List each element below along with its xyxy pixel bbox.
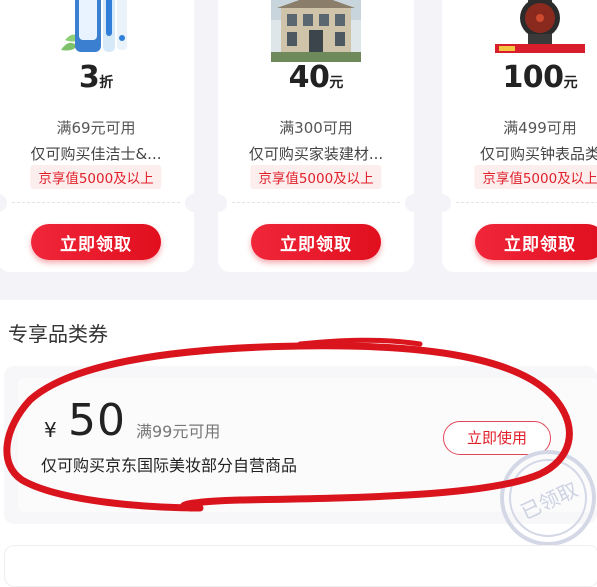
coupon-condition: 满69元可用 (56, 119, 136, 137)
coupon-condition: 满99元可用 (136, 422, 221, 441)
coupon-divider (232, 202, 400, 203)
coupon-notch-right (405, 194, 423, 212)
coupon-scope: 仅可购买佳洁士&... (30, 145, 162, 163)
coupon-value-number: 100 (502, 60, 564, 95)
coupon-condition: 满300可用 (279, 119, 353, 137)
use-coupon-button[interactable]: 立即使用 (443, 421, 551, 455)
claim-coupon-button[interactable]: 立即领取 (31, 224, 161, 260)
coupon-value-unit: 元 (563, 75, 578, 91)
coupon-currency-symbol: ¥ (44, 418, 57, 442)
section-title: 专享品类券 (8, 322, 108, 346)
coupon-value-number: 40 (288, 60, 330, 95)
coupon-value-unit: 元 (329, 75, 344, 91)
coupon-condition: 满499可用 (503, 119, 577, 137)
claim-coupon-button[interactable]: 立即领取 (251, 224, 381, 260)
coupon-value-unit: 折 (99, 75, 114, 91)
coupon-notch-left (209, 194, 227, 212)
next-coupon-card (4, 545, 597, 587)
coupon-amount: 50 (68, 395, 126, 446)
coupon-notch-left (433, 194, 451, 212)
claim-coupon-button[interactable]: 立即领取 (475, 224, 597, 260)
wristwatch-product-image (495, 0, 585, 62)
coupon-value: 3折 (0, 60, 194, 95)
coupon-card: 100元 满499可用 仅可购买钟表品类 京享值5000及以上 立即领取 (433, 0, 597, 272)
coupon-card: 40元 满300可用 仅可购买家装建材... 京享值5000及以上 立即领取 (209, 0, 423, 272)
toothbrush-product-image (51, 0, 141, 62)
coupon-value: 100元 (442, 60, 597, 95)
coupon-divider (12, 202, 180, 203)
coupon-scope: 仅可购买钟表品类 (479, 145, 597, 163)
coupon-tier-tag: 京享值5000及以上 (250, 165, 382, 189)
villa-house-image (271, 0, 361, 62)
coupon-notch-left (0, 194, 7, 212)
coupon-scope: 仅可购买家装建材... (248, 145, 384, 163)
coupon-value-number: 3 (78, 60, 100, 95)
coupon-card: 3折 满69元可用 仅可购买佳洁士&... 京享值5000及以上 立即领取 (0, 0, 203, 272)
coupon-scope: 仅可购买京东国际美妆部分自营商品 (41, 456, 298, 475)
coupon-notch-right (185, 194, 203, 212)
coupon-divider (456, 202, 597, 203)
coupon-tier-tag: 京享值5000及以上 (474, 165, 597, 189)
coupon-carousel[interactable]: 3折 满69元可用 仅可购买佳洁士&... 京享值5000及以上 立即领取 40… (0, 0, 597, 300)
coupon-tier-tag: 京享值5000及以上 (30, 165, 162, 189)
coupon-value: 40元 (218, 60, 414, 95)
